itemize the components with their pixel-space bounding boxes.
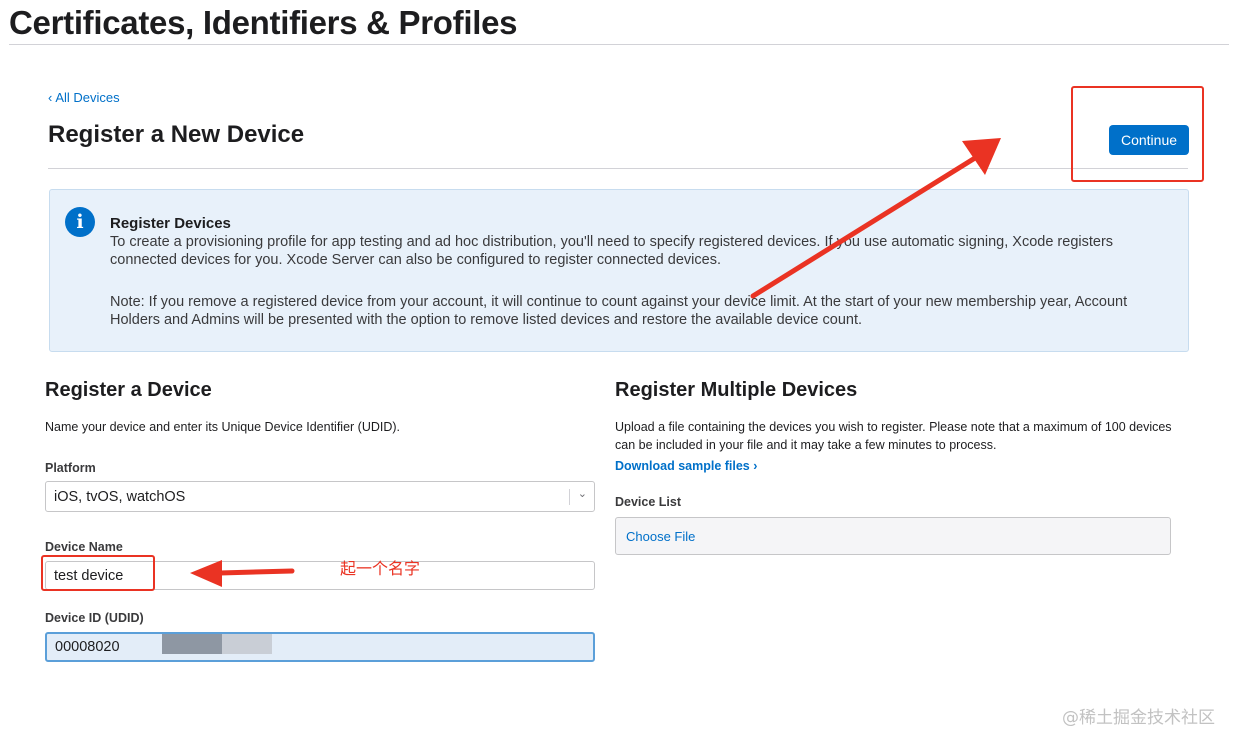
platform-selected-value: iOS, tvOS, watchOS <box>54 489 186 505</box>
redaction-block <box>222 634 272 654</box>
select-divider <box>569 489 570 505</box>
register-device-description: Name your device and enter its Unique De… <box>45 420 401 434</box>
device-id-label: Device ID (UDID) <box>45 611 144 625</box>
platform-select[interactable]: iOS, tvOS, watchOS ⌄ <box>45 481 595 512</box>
annotation-name-hint: 起一个名字 <box>340 559 421 578</box>
page-title: Register a New Device <box>48 121 305 148</box>
info-panel: i Register Devices To create a provision… <box>49 189 1189 352</box>
register-multiple-description: Upload a file containing the devices you… <box>615 420 1172 452</box>
page-header-title: Certificates, Identifiers & Profiles <box>9 4 518 41</box>
title-divider <box>48 168 1188 169</box>
watermark: @稀土掘金技术社区 <box>1062 708 1215 728</box>
info-heading: Register Devices <box>110 215 231 232</box>
redaction-block <box>162 634 222 654</box>
device-list-label: Device List <box>615 495 682 509</box>
annotation-frame-continue <box>1071 86 1204 182</box>
info-paragraph-1: To create a provisioning profile for app… <box>110 234 1114 268</box>
device-id-input[interactable] <box>45 632 595 662</box>
chevron-down-icon: ⌄ <box>577 488 587 500</box>
register-device-title: Register a Device <box>45 379 212 401</box>
choose-file-button[interactable]: Choose File <box>626 529 695 544</box>
register-multiple-title: Register Multiple Devices <box>615 379 858 401</box>
arrowhead-to-continue <box>962 138 1001 175</box>
info-paragraph-2: Note: If you remove a registered device … <box>110 294 1128 328</box>
platform-label: Platform <box>45 461 96 475</box>
header-divider <box>9 44 1229 45</box>
all-devices-link[interactable]: ‹ All Devices <box>48 90 120 105</box>
device-name-label: Device Name <box>45 540 123 554</box>
download-sample-link[interactable]: Download sample files › <box>615 459 757 473</box>
device-list-file-picker[interactable]: Choose File <box>615 517 1171 555</box>
info-icon: i <box>65 207 95 237</box>
chevron-left-icon: ‹ <box>48 90 53 105</box>
all-devices-label: All Devices <box>55 90 120 105</box>
annotation-frame-device-name <box>41 555 155 591</box>
